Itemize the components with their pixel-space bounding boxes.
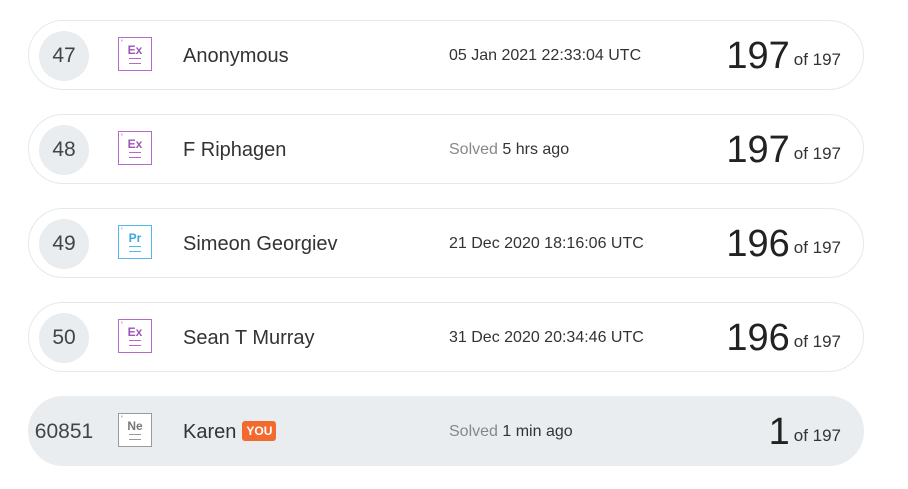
score-total: of 197	[793, 426, 841, 445]
score-total: of 197	[793, 144, 841, 163]
leaderboard-row[interactable]: 47 ' Ex Anonymous 05 Jan 2021 22:33:04 U…	[28, 20, 864, 90]
badge-symbol: Ex	[127, 43, 143, 57]
solved-time-value: 5 hrs ago	[502, 141, 570, 158]
score-value: 1	[768, 411, 790, 453]
badge-symbol: Ex	[127, 137, 143, 151]
level-badge-icon: ' Ex	[118, 131, 152, 165]
score-value: 196	[726, 223, 790, 265]
leaderboard-row[interactable]: 48 ' Ex F Riphagen Solved 5 hrs ago 197 o…	[28, 114, 864, 184]
leaderboard-list: 47 ' Ex Anonymous 05 Jan 2021 22:33:04 U…	[0, 0, 908, 489]
user-name[interactable]: F Riphagen	[183, 115, 286, 185]
score-total: of 197	[793, 332, 841, 351]
score: 196 of 197	[726, 209, 841, 279]
user-name[interactable]: Simeon Georgiev	[183, 209, 338, 279]
score: 197 of 197	[726, 21, 841, 91]
rank-number: 60851	[34, 420, 94, 443]
level-badge-icon: ' Ex	[118, 37, 152, 71]
user-name[interactable]: Anonymous	[183, 21, 289, 91]
score-total: of 197	[793, 50, 841, 69]
badge-symbol: Ne	[127, 419, 143, 433]
user-name-text: Karen	[183, 421, 237, 443]
solved-time-value: 31 Dec 2020 20:34:46 UTC	[449, 329, 644, 346]
score-value: 197	[726, 129, 790, 171]
solved-time-value: 21 Dec 2020 18:16:06 UTC	[449, 235, 644, 252]
solved-time: Solved 1 min ago	[449, 397, 573, 467]
level-badge-icon: ' Ex	[118, 319, 152, 353]
user-name[interactable]: Sean T Murray	[183, 303, 315, 373]
you-badge: YOU	[242, 421, 277, 441]
solved-time: 21 Dec 2020 18:16:06 UTC	[449, 209, 644, 279]
rank-number: 47	[39, 31, 89, 81]
solved-time-value: 1 min ago	[502, 423, 573, 440]
score: 1 of 197	[769, 397, 841, 467]
rank-number: 49	[39, 219, 89, 269]
level-badge-icon: ' Pr	[118, 225, 152, 259]
level-badge-icon: ' Ne	[118, 413, 152, 447]
current-user-row[interactable]: 60851 ' Ne Karen YOU Solved 1 min ago 1 of…	[28, 396, 864, 466]
badge-symbol: Ex	[127, 325, 143, 339]
score: 196 of 197	[726, 303, 841, 373]
solved-time: 31 Dec 2020 20:34:46 UTC	[449, 303, 644, 373]
solved-prefix: Solved	[449, 141, 498, 158]
solved-time: 05 Jan 2021 22:33:04 UTC	[449, 21, 641, 91]
solved-prefix: Solved	[449, 423, 498, 440]
score-total: of 197	[793, 238, 841, 257]
leaderboard-row[interactable]: 50 ' Ex Sean T Murray 31 Dec 2020 20:34:…	[28, 302, 864, 372]
user-name[interactable]: Karen YOU	[183, 397, 277, 467]
solved-time-value: 05 Jan 2021 22:33:04 UTC	[449, 47, 642, 64]
rank-number: 50	[39, 313, 89, 363]
leaderboard-row[interactable]: 49 ' Pr Simeon Georgiev 21 Dec 2020 18:1…	[28, 208, 864, 278]
score: 197 of 197	[726, 115, 841, 185]
rank-number: 48	[39, 125, 89, 175]
score-value: 197	[726, 35, 790, 77]
score-value: 196	[726, 317, 790, 359]
badge-symbol: Pr	[128, 231, 142, 245]
solved-time: Solved 5 hrs ago	[449, 115, 569, 185]
